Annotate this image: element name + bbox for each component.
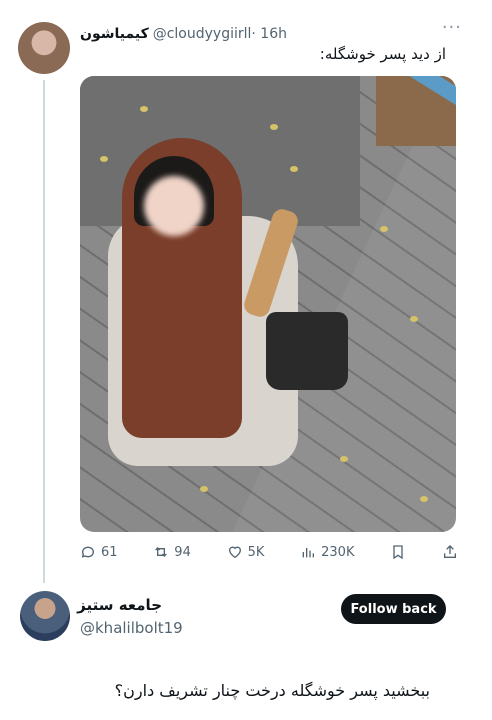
photo-person-face: [144, 176, 204, 236]
author-handle[interactable]: @cloudyygiirll: [153, 26, 252, 42]
photo-bag: [266, 312, 348, 390]
retweet-count: 94: [174, 544, 191, 560]
retweet-button[interactable]: 94: [153, 544, 191, 560]
views-count: 230K: [321, 544, 355, 560]
heart-icon: [228, 546, 241, 559]
tweet-time[interactable]: · 16h: [251, 26, 287, 42]
share-icon: [443, 545, 456, 558]
tweet-photo[interactable]: [80, 76, 456, 532]
retweet-icon: [155, 547, 168, 557]
bookmark-icon: [393, 545, 403, 560]
author-name[interactable]: کیمیاشون: [80, 26, 149, 42]
reply-text: ببخشید پسر خوشگله درخت چنار تشریف دارن؟: [114, 681, 430, 700]
tweet-text: از دید پسر خوشگله:: [319, 45, 446, 63]
tweet-actions: 61 94 5K 230K: [80, 540, 458, 564]
reply-author-avatar[interactable]: [20, 591, 70, 641]
reply-count: 61: [101, 544, 118, 560]
views-icon: [302, 548, 315, 558]
reply-author-handle[interactable]: @khalilbolt19: [80, 619, 183, 637]
like-count: 5K: [247, 544, 265, 560]
views-button[interactable]: 230K: [300, 544, 354, 560]
reply-button[interactable]: 61: [80, 544, 118, 560]
author-avatar[interactable]: [18, 22, 70, 74]
reply-author-name[interactable]: جامعه ستیز: [77, 596, 162, 614]
thread-line: [43, 80, 45, 583]
more-options-icon[interactable]: ···: [442, 17, 462, 38]
reply-icon: [81, 546, 95, 558]
share-button[interactable]: [442, 544, 458, 560]
like-button[interactable]: 5K: [227, 544, 265, 560]
follow-back-button[interactable]: Follow back: [341, 594, 446, 624]
bookmark-button[interactable]: [390, 544, 406, 560]
tweet-header: کیمیاشون @cloudyygiirll · 16h: [80, 24, 436, 44]
